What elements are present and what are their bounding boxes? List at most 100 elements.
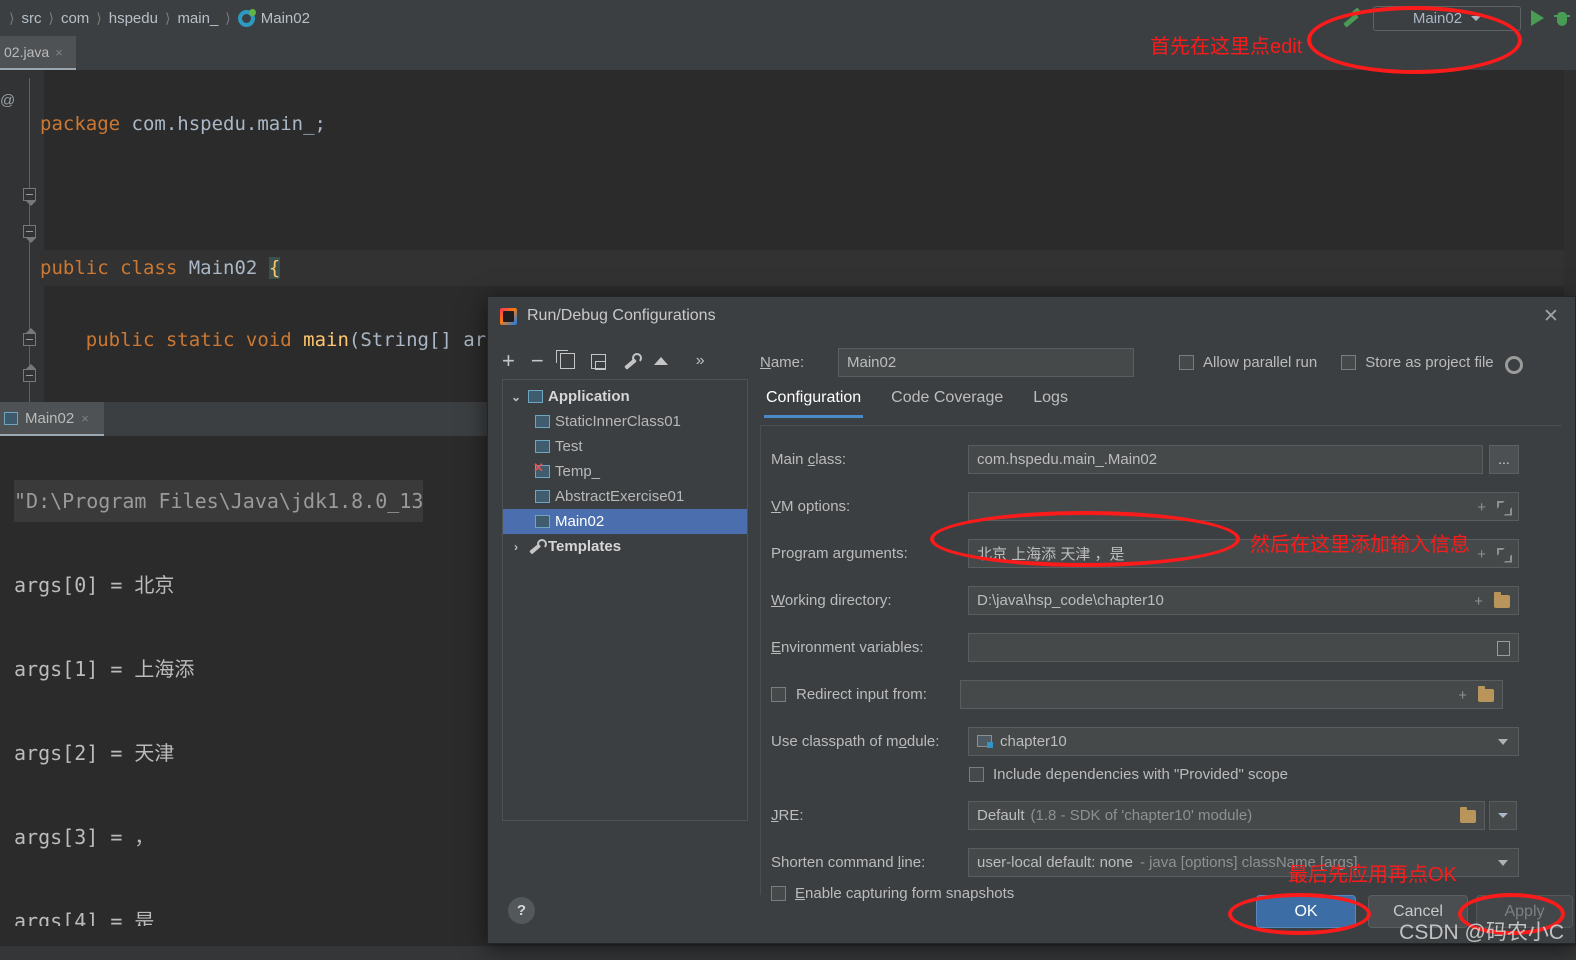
- breadcrumb-item-main02[interactable]: Main02: [261, 10, 310, 27]
- name-input[interactable]: Main02: [838, 347, 1134, 377]
- fold-marker-icon[interactable]: [23, 225, 36, 243]
- use-classpath-select[interactable]: chapter10: [968, 726, 1519, 756]
- redirect-input-row: Redirect input from: +: [761, 677, 1563, 711]
- fold-marker-icon[interactable]: [23, 328, 36, 346]
- tree-node-label: Main02: [555, 513, 605, 530]
- name-row: Name: Main02 Allow parallel run Store as…: [760, 345, 1576, 379]
- breadcrumb-item-hspedu[interactable]: hspedu: [109, 10, 158, 27]
- add-macro-icon[interactable]: +: [1458, 687, 1467, 704]
- help-button[interactable]: ?: [508, 897, 535, 924]
- use-classpath-row: Use classpath of module: chapter10: [761, 724, 1563, 758]
- close-icon[interactable]: ×: [81, 411, 89, 426]
- annotation-ellipse-program-args: [930, 511, 1240, 567]
- tree-node-temp[interactable]: Temp_: [503, 459, 747, 484]
- save-icon[interactable]: [590, 353, 606, 370]
- folder-icon[interactable]: [1460, 806, 1476, 823]
- configuration-panel: Main class: com.hspedu.main_.Main02 ... …: [760, 425, 1563, 902]
- redirect-input-field[interactable]: +: [960, 679, 1503, 710]
- tree-node-label: Temp_: [555, 463, 601, 480]
- breadcrumb-item-main[interactable]: main_: [177, 10, 218, 27]
- fold-marker-icon[interactable]: [23, 188, 36, 206]
- environment-variables-actions: [1497, 634, 1510, 663]
- allow-parallel-run-label: Allow parallel run: [1203, 353, 1318, 371]
- main-class-input[interactable]: com.hspedu.main_.Main02: [968, 444, 1483, 474]
- tab-logs[interactable]: Logs: [1031, 387, 1070, 415]
- jre-value: Default: [977, 806, 1025, 824]
- add-macro-icon[interactable]: +: [1477, 546, 1486, 563]
- tab-configuration[interactable]: Configuration: [764, 387, 864, 418]
- include-dependencies-row[interactable]: Include dependencies with "Provided" sco…: [969, 766, 1288, 783]
- chevron-down-icon[interactable]: ⌄: [509, 390, 523, 404]
- run-icon[interactable]: [1531, 10, 1544, 26]
- include-dependencies-label: Include dependencies with "Provided" sco…: [993, 766, 1289, 783]
- move-up-icon[interactable]: [653, 357, 668, 365]
- form-tabs: Configuration Code Coverage Logs: [760, 387, 1576, 421]
- more-icon[interactable]: »: [696, 352, 705, 370]
- tree-node-staticinnerclass01[interactable]: StaticInnerClass01: [503, 409, 747, 434]
- annotation-marker-icon: @: [0, 92, 16, 109]
- jre-select[interactable]: Default (1.8 - SDK of 'chapter10' module…: [968, 800, 1485, 831]
- editor-gutter[interactable]: @: [0, 70, 44, 402]
- redirect-input-checkbox[interactable]: [771, 686, 786, 702]
- expand-icon[interactable]: [1497, 548, 1510, 561]
- allow-parallel-run-checkbox[interactable]: [1179, 354, 1194, 370]
- breadcrumb-item-src[interactable]: src: [21, 10, 41, 27]
- chevron-down-icon: [1498, 812, 1508, 818]
- fold-marker-icon[interactable]: [23, 364, 36, 382]
- folder-icon[interactable]: [1478, 685, 1494, 702]
- wrench-icon: [528, 539, 547, 554]
- tree-node-abstractexercise01[interactable]: AbstractExercise01: [503, 484, 747, 509]
- code-line: public class Main02 {: [40, 250, 1576, 286]
- watermark: CSDN @码农小C: [1399, 921, 1564, 944]
- breadcrumb-separator: ⟩: [225, 9, 231, 26]
- working-directory-input[interactable]: D:\java\hsp_code\chapter10 +: [968, 585, 1519, 615]
- jre-dropdown-button[interactable]: [1489, 800, 1517, 830]
- tree-node-application[interactable]: ⌄ Application: [503, 384, 747, 409]
- application-icon: [528, 390, 543, 403]
- add-macro-icon[interactable]: +: [1477, 499, 1486, 516]
- shorten-command-value: user-local default: none: [977, 853, 1133, 871]
- console-command-text: "D:\Program Files\Java\jdk1.8.0_13: [14, 480, 424, 522]
- wrench-icon[interactable]: [622, 353, 642, 369]
- run-debug-configurations-dialog: Run/Debug Configurations ✕ + − » ⌄ Appli…: [487, 296, 1576, 944]
- jre-row: JRE: Default (1.8 - SDK of 'chapter10' m…: [761, 798, 1563, 832]
- editor-tab-main02java[interactable]: 02.java ×: [0, 36, 76, 70]
- application-icon: [535, 490, 550, 503]
- environment-variables-label: Environment variables:: [771, 638, 924, 656]
- main-class-value: com.hspedu.main_.Main02: [977, 450, 1158, 468]
- chevron-right-icon[interactable]: ›: [509, 540, 523, 554]
- remove-icon[interactable]: −: [531, 350, 544, 372]
- jre-actions: [1460, 802, 1476, 831]
- shorten-command-label: Shorten command line:: [771, 853, 926, 871]
- tree-node-test[interactable]: Test: [503, 434, 747, 459]
- edit-variables-icon[interactable]: [1497, 640, 1510, 656]
- configurations-tree[interactable]: ⌄ Application StaticInnerClass01 Test Te…: [502, 379, 748, 821]
- redirect-input-label-wrap: Redirect input from:: [761, 686, 968, 703]
- tree-node-main02[interactable]: Main02: [503, 509, 747, 534]
- close-icon[interactable]: ×: [55, 45, 63, 60]
- jre-label: JRE:: [771, 806, 804, 824]
- main-class-browse-button[interactable]: ...: [1489, 444, 1519, 474]
- application-icon: [535, 440, 550, 453]
- tree-node-label: Test: [555, 438, 583, 455]
- store-as-project-file-checkbox[interactable]: [1341, 354, 1357, 370]
- tree-node-templates[interactable]: › Templates: [503, 534, 747, 559]
- environment-variables-input[interactable]: [968, 632, 1519, 663]
- add-macro-icon[interactable]: +: [1474, 593, 1483, 610]
- console-tab-main02[interactable]: Main02 ×: [0, 402, 104, 436]
- annotation-step1: 首先在这里点edit: [1150, 36, 1303, 58]
- close-icon[interactable]: ✕: [1541, 307, 1561, 327]
- application-error-icon: [533, 460, 550, 478]
- include-dependencies-checkbox[interactable]: [969, 767, 984, 782]
- add-icon[interactable]: +: [502, 350, 515, 372]
- expand-icon[interactable]: [1497, 501, 1510, 514]
- console-tab-label: Main02: [25, 409, 75, 427]
- folder-icon[interactable]: [1494, 591, 1510, 608]
- tree-node-label: Templates: [548, 538, 622, 555]
- debug-bug-icon[interactable]: [1554, 10, 1570, 27]
- gear-icon[interactable]: [1503, 354, 1523, 374]
- copy-icon[interactable]: [555, 350, 575, 369]
- redirect-input-actions: +: [1458, 681, 1494, 710]
- tab-code-coverage[interactable]: Code Coverage: [889, 387, 1005, 415]
- breadcrumb-item-com[interactable]: com: [61, 10, 89, 27]
